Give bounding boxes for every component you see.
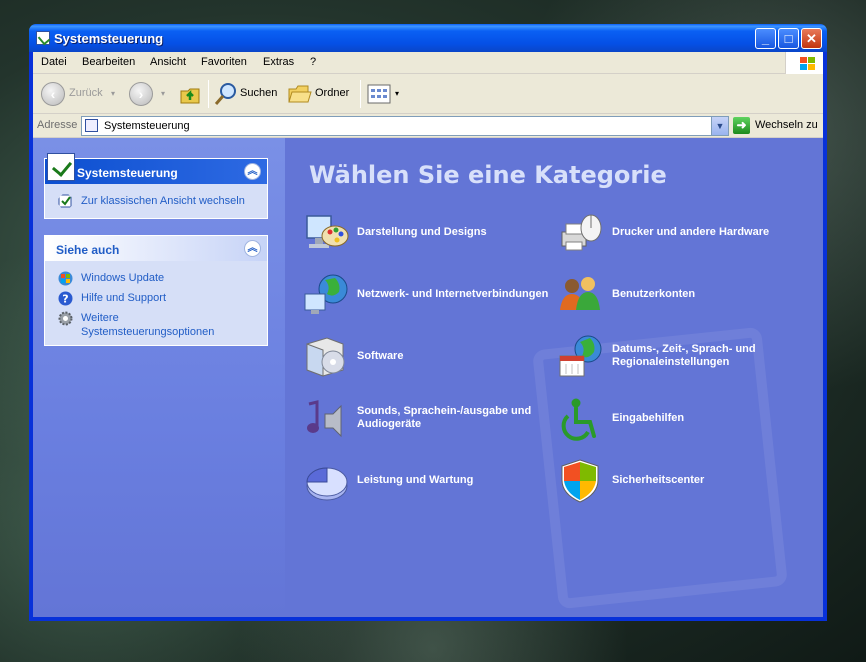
forward-arrow-icon[interactable]: › [129, 82, 153, 106]
control-panel-icon [36, 31, 50, 45]
category-appearance[interactable]: Darstellung und Designs [303, 208, 553, 256]
chevron-down-icon[interactable]: ▼ [711, 117, 728, 135]
windows-update-link[interactable]: Windows Update [45, 271, 267, 286]
menu-ansicht[interactable]: Ansicht [150, 56, 186, 68]
menu-help[interactable]: ? [310, 56, 316, 68]
more-options-link[interactable]: Weitere Systemsteuerungsoptionen [45, 311, 245, 339]
panel-header[interactable]: Siehe auch ︽ [45, 236, 267, 261]
category-date-region[interactable]: Datums-, Zeit-, Sprach- und Regionaleins… [558, 332, 808, 380]
help-icon: ? [58, 291, 73, 306]
views-dropdown-icon[interactable]: ▾ [395, 89, 399, 98]
task-pane: Systemsteuerung ︽ Zur klassischen Ansich… [33, 138, 285, 617]
category-label: Netzwerk- und Internetverbindungen [357, 287, 549, 300]
folders-button-label[interactable]: Ordner [315, 87, 349, 99]
address-input[interactable]: Systemsteuerung ▼ [81, 116, 729, 136]
windows-update-label: Windows Update [81, 272, 165, 284]
category-user-accounts[interactable]: Benutzerkonten [558, 270, 808, 318]
folder-up-icon[interactable] [179, 83, 201, 105]
control-panel-icon [47, 153, 75, 181]
category-software[interactable]: Software [303, 332, 553, 380]
back-arrow-icon[interactable]: ‹ [41, 82, 65, 106]
help-support-label: Hilfe und Support [81, 292, 166, 304]
category-network[interactable]: Netzwerk- und Internetverbindungen [303, 270, 553, 318]
software-box-icon [306, 337, 345, 377]
category-label: Eingabehilfen [612, 411, 685, 424]
see-also-panel: Siehe auch ︽ Windows Update ? Hilfe und … [44, 235, 268, 346]
category-label: Datums-, Zeit-, Sprach- und Regionaleins… [612, 343, 756, 368]
go-button-label[interactable]: Wechseln zu [755, 119, 818, 131]
forward-dropdown-icon[interactable]: ▾ [161, 89, 165, 98]
panel-title: Siehe auch [56, 243, 120, 257]
minimize-button[interactable]: _ [755, 28, 776, 49]
search-icon[interactable] [214, 82, 238, 106]
category-accessibility[interactable]: Eingabehilfen [558, 394, 808, 442]
close-button[interactable]: ✕ [801, 28, 822, 49]
title-bar[interactable]: Systemsteuerung _ □ ✕ [29, 24, 827, 52]
category-label: Sicherheitscenter [612, 473, 705, 486]
back-dropdown-icon[interactable]: ▾ [111, 89, 115, 98]
more-options-label: Weitere Systemsteuerungsoptionen [81, 312, 215, 338]
panel-title: Systemsteuerung [77, 166, 178, 180]
menu-bar: Datei Bearbeiten Ansicht Favoriten Extra… [33, 52, 823, 74]
accessibility-icon [561, 398, 596, 441]
panel-header[interactable]: Systemsteuerung ︽ [45, 153, 267, 184]
svg-text:?: ? [62, 293, 68, 306]
address-bar: Adresse Systemsteuerung ▼ ➜ Wechseln zu [33, 114, 823, 138]
switch-classic-view-label: Zur klassischen Ansicht wechseln [81, 195, 245, 207]
user-accounts-icon [560, 277, 600, 310]
category-label: Darstellung und Designs [357, 225, 487, 238]
category-label: Benutzerkonten [612, 287, 696, 300]
control-panel-panel: Systemsteuerung ︽ Zur klassischen Ansich… [44, 153, 268, 219]
search-button-label[interactable]: Suchen [240, 87, 277, 99]
category-sounds[interactable]: Sounds, Sprachein-/ausgabe und Audiogerä… [303, 394, 553, 442]
category-performance[interactable]: Leistung und Wartung [303, 456, 553, 504]
menu-extras[interactable]: Extras [263, 56, 294, 68]
page-title: Wählen Sie eine Kategorie [309, 161, 667, 189]
switch-classic-view-link[interactable]: Zur klassischen Ansicht wechseln [45, 194, 267, 208]
category-security-center[interactable]: Sicherheitscenter [558, 456, 808, 504]
menu-datei[interactable]: Datei [41, 56, 67, 68]
folder-icon[interactable] [288, 83, 312, 105]
appearance-themes-icon [306, 215, 349, 248]
toolbar: ‹ Zurück ▾ › ▾ Suchen Ordner ▾ [33, 74, 823, 114]
window-title: Systemsteuerung [54, 31, 164, 46]
toolbar-separator [360, 80, 361, 108]
address-value: Systemsteuerung [104, 120, 190, 132]
address-label: Adresse [37, 119, 78, 131]
category-label: Leistung und Wartung [357, 473, 474, 486]
network-globe-icon [304, 274, 348, 314]
sound-speaker-icon [307, 400, 342, 438]
collapse-chevron-icon[interactable]: ︽ [244, 240, 261, 257]
control-panel-window: Systemsteuerung _ □ ✕ Datei Bearbeiten A… [29, 24, 827, 621]
menu-favoriten[interactable]: Favoriten [201, 56, 247, 68]
shield-icon [561, 459, 599, 503]
calendar-globe-icon [559, 335, 602, 377]
category-view: Wählen Sie eine Kategorie Darstellung un… [285, 138, 823, 617]
classic-view-icon [58, 194, 72, 208]
performance-pie-icon [306, 467, 348, 501]
maximize-button[interactable]: □ [778, 28, 799, 49]
panel-body: Windows Update ? Hilfe und Support Weite… [45, 261, 267, 339]
category-label: Sounds, Sprachein-/ausgabe und Audiogerä… [357, 405, 532, 430]
help-support-link[interactable]: ? Hilfe und Support [45, 291, 267, 306]
printer-icon [561, 214, 602, 251]
category-label: Software [357, 349, 404, 362]
category-label: Drucker und andere Hardware [612, 225, 770, 238]
windows-logo-icon [785, 52, 823, 74]
panel-body: Zur klassischen Ansicht wechseln [45, 184, 267, 208]
windows-update-icon [58, 271, 73, 286]
collapse-chevron-icon[interactable]: ︽ [244, 163, 261, 180]
control-panel-icon [85, 119, 98, 132]
menu-bearbeiten[interactable]: Bearbeiten [82, 56, 135, 68]
back-button-label[interactable]: Zurück [69, 87, 103, 99]
content-area: Systemsteuerung ︽ Zur klassischen Ansich… [33, 138, 823, 617]
views-icon[interactable] [367, 84, 391, 104]
category-printers-hardware[interactable]: Drucker und andere Hardware [558, 208, 808, 256]
gear-icon [58, 311, 73, 326]
toolbar-separator [208, 80, 209, 108]
go-arrow-icon[interactable]: ➜ [733, 117, 750, 134]
